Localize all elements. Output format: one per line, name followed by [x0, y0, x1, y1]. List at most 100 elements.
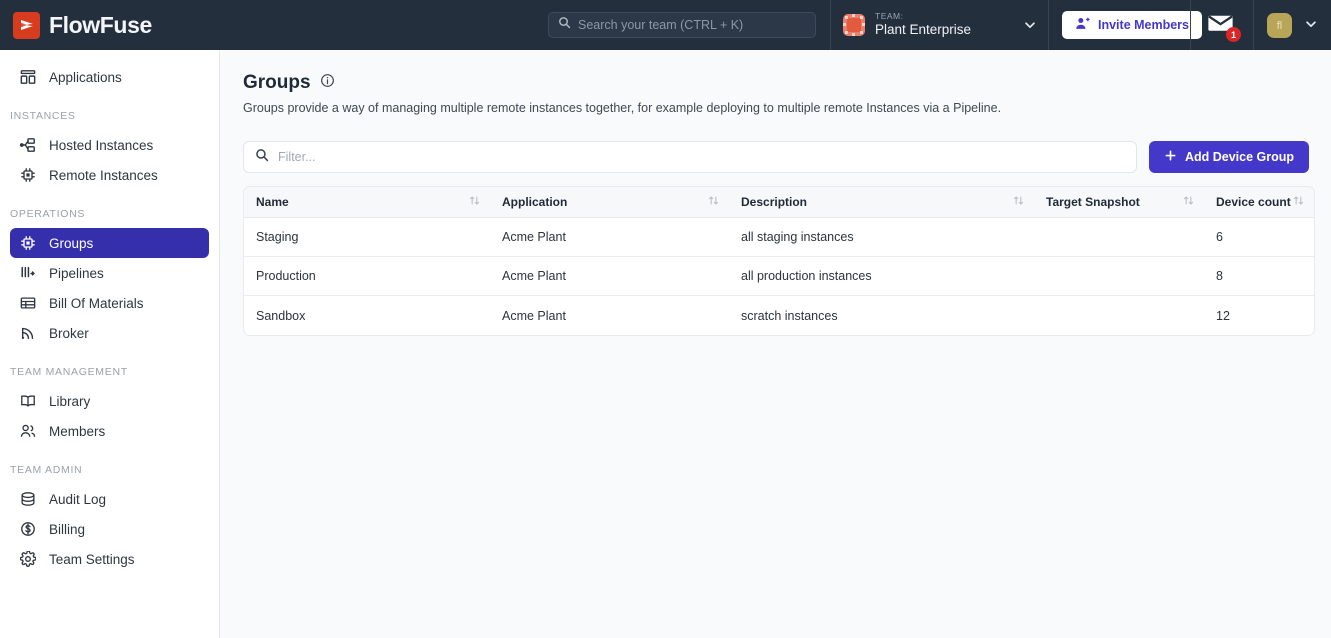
sort-icon[interactable]: [1013, 195, 1024, 209]
cell-device-count: 6: [1204, 218, 1314, 257]
sidebar-item-label: Members: [49, 424, 105, 439]
table-header: Name Application Description Target Snap…: [244, 187, 1314, 218]
invite-members-button[interactable]: Invite Members: [1062, 11, 1202, 39]
groups-icon: [19, 235, 36, 252]
broker-icon: [19, 325, 36, 342]
sort-icon[interactable]: [1293, 195, 1304, 209]
sidebar-group-team-admin: TEAM ADMIN: [0, 464, 219, 476]
sidebar-item-bill-of-materials[interactable]: Bill Of Materials: [10, 288, 209, 318]
column-label: Application: [502, 195, 567, 209]
cell-description: all production instances: [729, 257, 1034, 296]
column-header-target-snapshot[interactable]: Target Snapshot: [1034, 187, 1204, 218]
sidebar-item-label: Team Settings: [49, 552, 135, 567]
members-icon: [19, 423, 36, 440]
sidebar-item-label: Groups: [49, 236, 93, 251]
cell-name: Staging: [244, 218, 490, 257]
team-avatar-icon: [843, 14, 865, 36]
cell-target-snapshot: [1034, 296, 1204, 335]
cell-device-count: 12: [1204, 296, 1314, 335]
table-row[interactable]: Production Acme Plant all production ins…: [244, 257, 1314, 296]
column-header-device-count[interactable]: Device count: [1204, 187, 1314, 218]
sidebar-group-operations: OPERATIONS: [0, 208, 219, 220]
column-header-description[interactable]: Description: [729, 187, 1034, 218]
header-divider-1: [830, 0, 831, 50]
table-row[interactable]: Staging Acme Plant all staging instances…: [244, 218, 1314, 257]
sidebar-item-team-settings[interactable]: Team Settings: [10, 544, 209, 574]
device-groups-table: Name Application Description Target Snap…: [243, 186, 1315, 336]
sidebar-item-pipelines[interactable]: Pipelines: [10, 258, 209, 288]
sidebar-group-team-management: TEAM MANAGEMENT: [0, 366, 219, 378]
info-icon[interactable]: [320, 73, 335, 93]
sidebar-item-label: Bill Of Materials: [49, 296, 144, 311]
cell-description: scratch instances: [729, 296, 1034, 335]
sidebar-item-broker[interactable]: Broker: [10, 318, 209, 348]
remote-instances-icon: [19, 167, 36, 184]
brand-logo[interactable]: FlowFuse: [0, 12, 300, 39]
cell-target-snapshot: [1034, 257, 1204, 296]
table-header-row: Name Application Description Target Snap…: [244, 187, 1314, 218]
team-selector[interactable]: TEAM: Plant Enterprise: [843, 0, 1043, 50]
add-device-group-button[interactable]: Add Device Group: [1149, 141, 1309, 173]
cell-device-count: 8: [1204, 257, 1314, 296]
sidebar-item-label: Billing: [49, 522, 85, 537]
search-icon: [558, 16, 571, 34]
user-menu-chevron-down-icon[interactable]: [1304, 17, 1318, 36]
notifications-button[interactable]: 1: [1208, 13, 1238, 39]
cell-application: Acme Plant: [490, 257, 729, 296]
pipelines-icon: [19, 265, 36, 282]
column-label: Description: [741, 195, 807, 209]
search-icon: [255, 148, 269, 167]
search-input[interactable]: Search your team (CTRL + K): [548, 12, 816, 38]
cell-description: all staging instances: [729, 218, 1034, 257]
sort-icon[interactable]: [1183, 195, 1194, 209]
sidebar-item-members[interactable]: Members: [10, 416, 209, 446]
sidebar-item-label: Audit Log: [49, 492, 106, 507]
invite-members-label: Invite Members: [1098, 18, 1189, 32]
add-device-group-label: Add Device Group: [1185, 150, 1294, 164]
main-content: Groups Groups provide a way of managing …: [220, 50, 1331, 638]
notification-badge: 1: [1226, 27, 1241, 42]
plus-icon: [1164, 149, 1177, 165]
avatar[interactable]: fl: [1267, 13, 1292, 38]
sidebar-item-label: Remote Instances: [49, 168, 158, 183]
sort-icon[interactable]: [708, 195, 719, 209]
sidebar-item-label: Applications: [49, 70, 122, 85]
column-label: Name: [256, 195, 289, 209]
page-header: Groups: [243, 72, 1309, 94]
team-settings-icon: [19, 551, 36, 568]
billing-icon: [19, 521, 36, 538]
sidebar-group-instances: INSTANCES: [0, 110, 219, 122]
chevron-down-icon[interactable]: [1023, 18, 1037, 37]
hosted-instances-icon: [19, 137, 36, 154]
applications-icon: [19, 69, 36, 86]
sidebar-item-groups[interactable]: Groups: [10, 228, 209, 258]
header-divider-3: [1190, 0, 1191, 50]
cell-application: Acme Plant: [490, 296, 729, 335]
page-description: Groups provide a way of managing multipl…: [243, 101, 1309, 115]
table-toolbar: Filter... Add Device Group: [243, 141, 1309, 173]
header-divider-4: [1253, 0, 1254, 50]
bill-of-materials-icon: [19, 295, 36, 312]
team-name: Plant Enterprise: [875, 22, 971, 38]
sidebar-item-library[interactable]: Library: [10, 386, 209, 416]
top-header: FlowFuse Search your team (CTRL + K) TEA…: [0, 0, 1331, 50]
sidebar-item-hosted-instances[interactable]: Hosted Instances: [10, 130, 209, 160]
sidebar: Applications INSTANCES Hosted Instances …: [0, 50, 220, 638]
library-icon: [19, 393, 36, 410]
sidebar-item-audit-log[interactable]: Audit Log: [10, 484, 209, 514]
column-header-name[interactable]: Name: [244, 187, 490, 218]
sort-icon[interactable]: [469, 195, 480, 209]
table-row[interactable]: Sandbox Acme Plant scratch instances 12: [244, 296, 1314, 335]
sidebar-item-remote-instances[interactable]: Remote Instances: [10, 160, 209, 190]
filter-input[interactable]: Filter...: [243, 141, 1137, 173]
table-body: Staging Acme Plant all staging instances…: [244, 218, 1314, 335]
sidebar-item-billing[interactable]: Billing: [10, 514, 209, 544]
team-label: TEAM:: [875, 12, 971, 22]
column-label: Target Snapshot: [1046, 195, 1140, 209]
column-label: Device count: [1216, 195, 1291, 209]
sidebar-item-applications[interactable]: Applications: [10, 62, 209, 92]
cell-target-snapshot: [1034, 218, 1204, 257]
column-header-application[interactable]: Application: [490, 187, 729, 218]
cell-application: Acme Plant: [490, 218, 729, 257]
flowfuse-logo-icon: [13, 12, 40, 39]
